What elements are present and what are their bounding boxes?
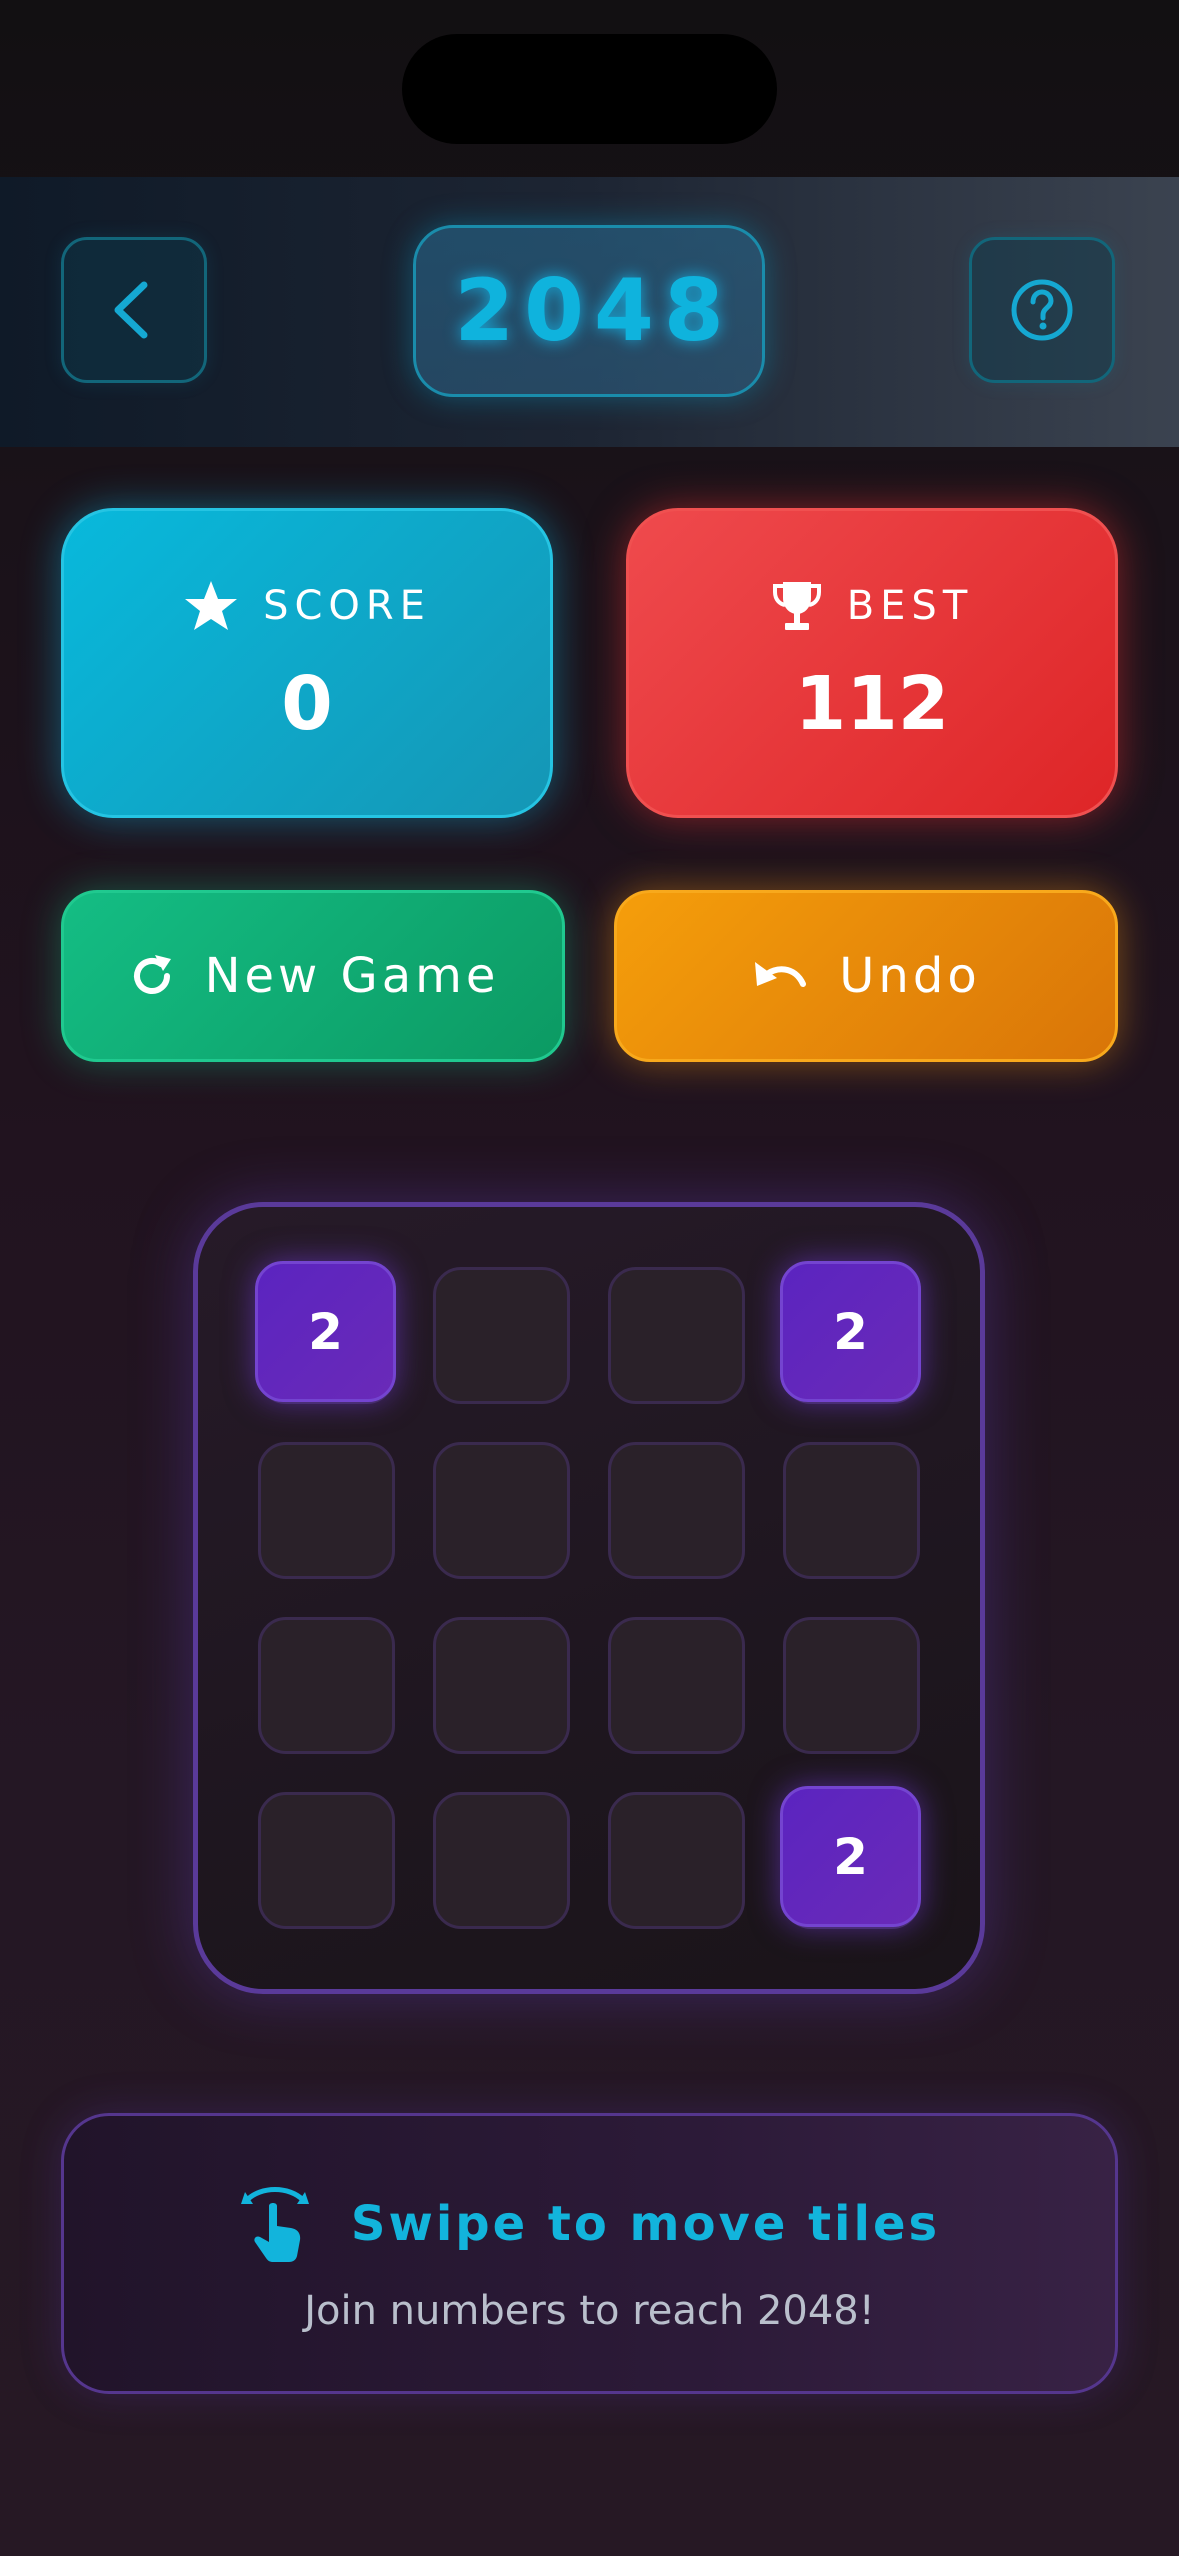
dynamic-island bbox=[402, 34, 777, 144]
swipe-gesture-icon bbox=[240, 2187, 309, 2262]
tile: 2 bbox=[255, 1261, 396, 1402]
board-cell bbox=[258, 1617, 395, 1754]
score-label: SCORE bbox=[263, 583, 431, 629]
star-icon bbox=[185, 581, 238, 630]
board-cell bbox=[433, 1267, 570, 1404]
back-button[interactable] bbox=[61, 237, 207, 383]
undo-button[interactable]: Undo bbox=[614, 890, 1118, 1062]
board-cell bbox=[433, 1442, 570, 1579]
chevron-left-icon bbox=[114, 281, 148, 339]
question-circle-icon bbox=[1011, 279, 1073, 341]
hint-title: Swipe to move tiles bbox=[350, 2196, 941, 2252]
undo-icon bbox=[755, 962, 807, 987]
help-button[interactable] bbox=[969, 237, 1115, 383]
board-cell bbox=[433, 1792, 570, 1929]
instructions-panel: Swipe to move tiles Join numbers to reac… bbox=[61, 2113, 1118, 2394]
best-card: BEST 112 bbox=[626, 508, 1118, 818]
new-game-button[interactable]: New Game bbox=[61, 890, 565, 1062]
refresh-icon bbox=[133, 955, 171, 994]
best-value: 112 bbox=[794, 661, 950, 747]
trophy-icon bbox=[772, 582, 821, 630]
board-cell bbox=[608, 1792, 745, 1929]
hint-subtitle: Join numbers to reach 2048! bbox=[304, 2288, 875, 2334]
board-cell bbox=[608, 1442, 745, 1579]
game-board[interactable]: 2 2 2 bbox=[193, 1202, 985, 1994]
board-cell bbox=[783, 1442, 920, 1579]
tile: 2 bbox=[780, 1261, 921, 1402]
game-title-box: 2048 bbox=[413, 225, 765, 397]
board-cell bbox=[608, 1617, 745, 1754]
board-cell bbox=[608, 1267, 745, 1404]
board-cell bbox=[258, 1442, 395, 1579]
new-game-label: New Game bbox=[204, 948, 500, 1004]
game-title: 2048 bbox=[454, 261, 734, 361]
board-cell bbox=[783, 1617, 920, 1754]
tile: 2 bbox=[780, 1786, 921, 1927]
header-bar: 2048 bbox=[0, 177, 1179, 447]
undo-label: Undo bbox=[839, 948, 981, 1004]
board-cell bbox=[433, 1617, 570, 1754]
board-cell bbox=[258, 1792, 395, 1929]
best-label: BEST bbox=[846, 583, 974, 629]
score-value: 0 bbox=[281, 661, 333, 747]
score-card: SCORE 0 bbox=[61, 508, 553, 818]
